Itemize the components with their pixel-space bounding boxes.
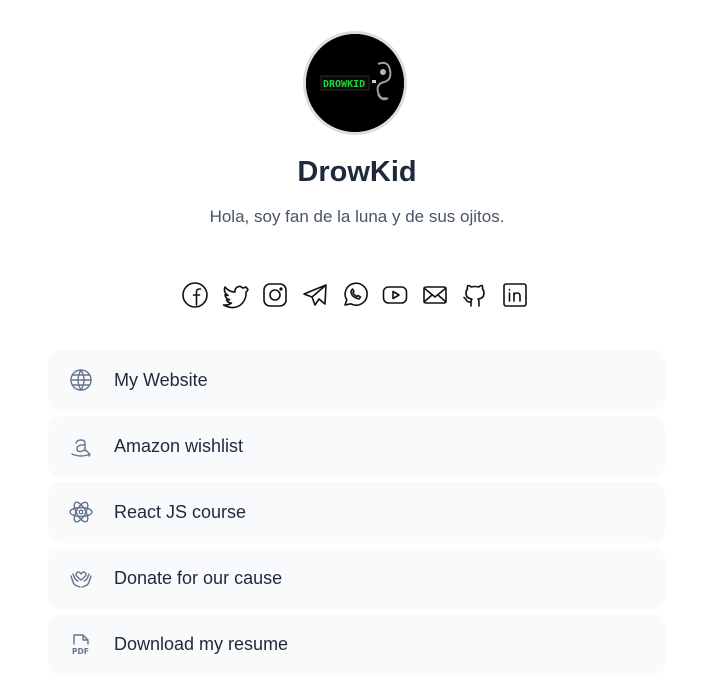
link-label: My Website [114,369,208,390]
profile-name: DrowKid [297,156,417,188]
linkedin-icon[interactable] [500,280,530,310]
react-icon [69,501,93,523]
svg-text:PDF: PDF [72,647,89,656]
youtube-icon[interactable] [380,280,410,310]
pdf-icon: PDF [72,634,89,656]
whatsapp-icon[interactable] [340,280,370,310]
instagram-icon[interactable] [260,280,290,310]
telegram-icon[interactable] [300,280,330,310]
github-icon[interactable] [460,280,490,310]
link-amazon-wishlist[interactable]: Amazon wishlist [48,416,665,476]
avatar-logo-text: DROWKID [323,79,365,90]
mail-icon[interactable] [420,280,450,310]
facebook-icon[interactable] [180,280,210,310]
twitter-icon[interactable] [220,280,250,310]
link-my-website[interactable]: My Website [48,350,665,410]
donate-icon [70,571,92,588]
link-label: Download my resume [114,633,289,654]
avatar: DROWKID [303,31,407,135]
globe-icon [70,369,92,391]
profile-bio: Hola, soy fan de la luna y de sus ojitos… [209,207,505,226]
social-links [180,280,530,310]
link-download-resume[interactable]: PDF Download my resume [48,614,665,674]
link-react-course[interactable]: React JS course [48,482,665,542]
amazon-icon [71,439,91,457]
link-label: Donate for our cause [114,567,283,588]
link-list: My Website Amazon wishlist React JS cour… [48,350,665,674]
link-label: React JS course [114,501,247,522]
link-label: Amazon wishlist [114,435,244,456]
link-donate[interactable]: Donate for our cause [48,548,665,608]
